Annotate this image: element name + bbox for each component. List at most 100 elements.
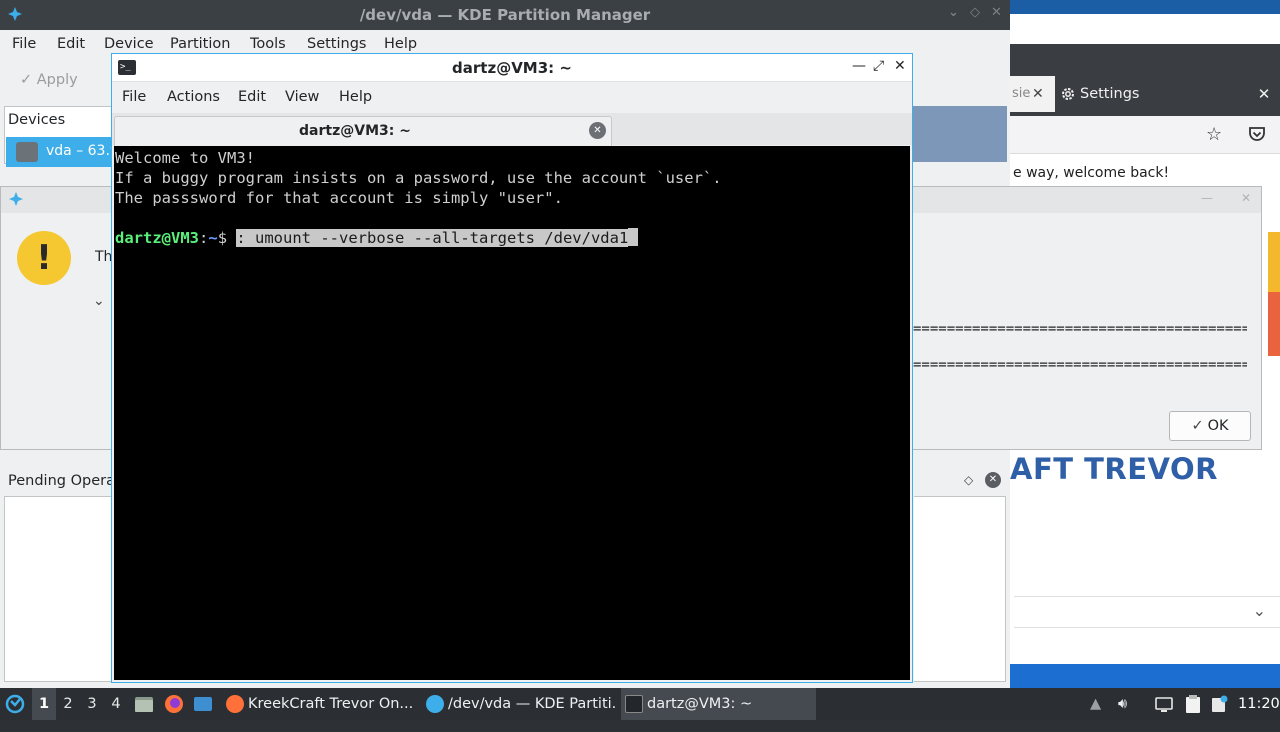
close-icon[interactable]: ✕ xyxy=(894,58,906,74)
menu-help[interactable]: Help xyxy=(384,36,417,52)
menu-edit[interactable]: Edit xyxy=(238,89,266,105)
task-partition-manager[interactable]: /dev/vda — KDE Partiti... xyxy=(422,688,617,720)
device-label: vda – 63.9 xyxy=(46,143,119,159)
terminal-cursor xyxy=(628,228,639,246)
minimize-icon[interactable]: — xyxy=(852,58,866,74)
task-label: /dev/vda — KDE Partiti... xyxy=(448,696,617,712)
settings-tab-label: Settings xyxy=(1080,86,1140,102)
terminal-command: : umount --verbose --all-targets /dev/vd… xyxy=(236,229,629,247)
browser-tab[interactable]: sie ✕ xyxy=(1010,76,1055,112)
apply-label: Apply xyxy=(36,72,78,88)
menu-partition[interactable]: Partition xyxy=(170,36,230,52)
close-icon[interactable]: ✕ xyxy=(1252,76,1276,112)
konsole-title: dartz@VM3: ~ xyxy=(452,59,572,77)
ok-label: OK xyxy=(1207,418,1229,434)
tab-label: dartz@VM3: ~ xyxy=(299,123,411,139)
desktop-2[interactable]: 2 xyxy=(56,688,80,720)
device-item-vda[interactable]: vda – 63.9 xyxy=(6,137,119,167)
menu-view[interactable]: View xyxy=(285,89,319,105)
menu-actions[interactable]: Actions xyxy=(167,89,220,105)
show-desktop-launcher[interactable] xyxy=(193,688,215,720)
checkmark-icon: ✓ xyxy=(1191,418,1204,434)
close-icon[interactable]: ✕ xyxy=(1241,191,1251,205)
terminal-prompt-line: dartz@VM3:~$ : umount --verbose --all-ta… xyxy=(115,228,910,248)
bookmark-star-icon[interactable]: ☆ xyxy=(1206,124,1222,145)
details-text-line: ========================================… xyxy=(913,357,1247,373)
ok-button[interactable]: ✓ OK xyxy=(1169,411,1251,441)
task-konsole[interactable]: dartz@VM3: ~ xyxy=(621,688,816,720)
tab-terminal[interactable]: dartz@VM3: ~ ✕ xyxy=(114,116,612,146)
clipboard-icon[interactable] xyxy=(1184,688,1204,720)
desktop-4[interactable]: 4 xyxy=(104,688,128,720)
kpm-titlebar[interactable]: /dev/vda — KDE Partition Manager ⌄ ◇ ✕ xyxy=(0,0,1010,30)
browser-bottom-band xyxy=(1010,664,1280,688)
dialog-message: Th xyxy=(95,249,113,265)
kpm-title: /dev/vda — KDE Partition Manager xyxy=(359,6,651,24)
warning-icon: ! xyxy=(17,231,71,285)
terminal-output[interactable]: Welcome to VM3! If a buggy program insist… xyxy=(114,146,910,680)
file-manager-launcher[interactable] xyxy=(134,688,156,720)
disk-icon xyxy=(16,142,38,162)
taskbar: 1 2 3 4 KreekCraft Trevor On... /dev/vda… xyxy=(0,688,1280,720)
checkmark-icon: ✓ xyxy=(20,72,33,88)
maximize-icon[interactable]: ◇ xyxy=(970,5,980,20)
close-tab-icon[interactable]: ✕ xyxy=(589,122,606,139)
browser-settings-tab[interactable]: Settings xyxy=(1060,76,1139,112)
devices-header: Devices xyxy=(8,112,66,128)
menu-edit[interactable]: Edit xyxy=(57,36,85,52)
desktop-3[interactable]: 3 xyxy=(80,688,104,720)
page-decoration xyxy=(1268,232,1280,292)
desktop-1[interactable]: 1 xyxy=(32,688,56,720)
clock[interactable]: 11:20 xyxy=(1238,688,1280,720)
page-dropdown[interactable]: ⌄ xyxy=(1014,596,1280,628)
page-decoration xyxy=(1268,292,1280,356)
chevron-down-icon[interactable]: ⌄ xyxy=(93,293,105,309)
minimize-icon[interactable]: — xyxy=(1201,191,1213,205)
float-panel-icon[interactable]: ◇ xyxy=(964,473,973,487)
task-label: KreekCraft Trevor On... xyxy=(248,696,414,712)
maximize-icon[interactable]: ⤢ xyxy=(873,58,884,74)
browser-url-bar[interactable] xyxy=(1010,116,1280,154)
menu-device[interactable]: Device xyxy=(104,36,154,52)
app-launcher[interactable] xyxy=(4,688,28,720)
terminal-icon xyxy=(625,695,643,713)
konsole-window: >_ dartz@VM3: ~ — ⤢ ✕ File Actions Edit … xyxy=(111,53,913,683)
details-text-line: ========================================… xyxy=(913,321,1247,337)
menu-settings[interactable]: Settings xyxy=(307,36,366,52)
desktop-icon xyxy=(194,697,212,711)
terminal-line: If a buggy program insists on a password… xyxy=(115,169,722,187)
partition-manager-icon xyxy=(426,695,444,713)
menu-tools[interactable]: Tools xyxy=(250,36,286,52)
terminal-line: Welcome to VM3! xyxy=(115,149,255,167)
firefox-launcher[interactable] xyxy=(163,688,187,720)
prompt-separator: : xyxy=(199,229,209,247)
updates-icon[interactable] xyxy=(1210,688,1230,720)
network-icon[interactable] xyxy=(1154,688,1176,720)
terminal-line: The passsword for that account is simply… xyxy=(115,189,563,207)
task-label: dartz@VM3: ~ xyxy=(647,696,753,712)
kde-app-icon xyxy=(9,192,23,206)
apply-button[interactable]: ✓ Apply xyxy=(20,72,78,88)
task-firefox[interactable]: KreekCraft Trevor On... xyxy=(222,688,417,720)
pocket-icon[interactable] xyxy=(1247,124,1267,144)
menu-file[interactable]: File xyxy=(12,36,36,52)
konsole-titlebar[interactable]: >_ dartz@VM3: ~ — ⤢ ✕ xyxy=(112,54,912,82)
partition-map[interactable] xyxy=(912,106,1007,162)
prompt-user: dartz@VM3 xyxy=(115,229,199,247)
close-icon[interactable]: ✕ xyxy=(991,5,1002,20)
konsole-menubar: File Actions Edit View Help xyxy=(112,83,912,113)
menu-file[interactable]: File xyxy=(122,89,146,105)
browser-top-band xyxy=(1010,0,1280,14)
clipboard-icon xyxy=(1186,695,1200,713)
welcome-text: e way, welcome back! xyxy=(1013,165,1170,181)
browser-tab-label: sie xyxy=(1012,86,1031,101)
minimize-icon[interactable]: ⌄ xyxy=(948,5,959,20)
close-panel-icon[interactable]: ✕ xyxy=(985,472,1001,488)
pending-operations-panel xyxy=(914,496,1006,682)
volume-icon[interactable]: 🔊︎ xyxy=(1118,688,1138,720)
close-icon[interactable]: ✕ xyxy=(1032,76,1044,112)
tray-expand-icon[interactable]: ▲ xyxy=(1090,688,1110,720)
gear-icon xyxy=(1062,88,1074,100)
menu-help[interactable]: Help xyxy=(339,89,372,105)
